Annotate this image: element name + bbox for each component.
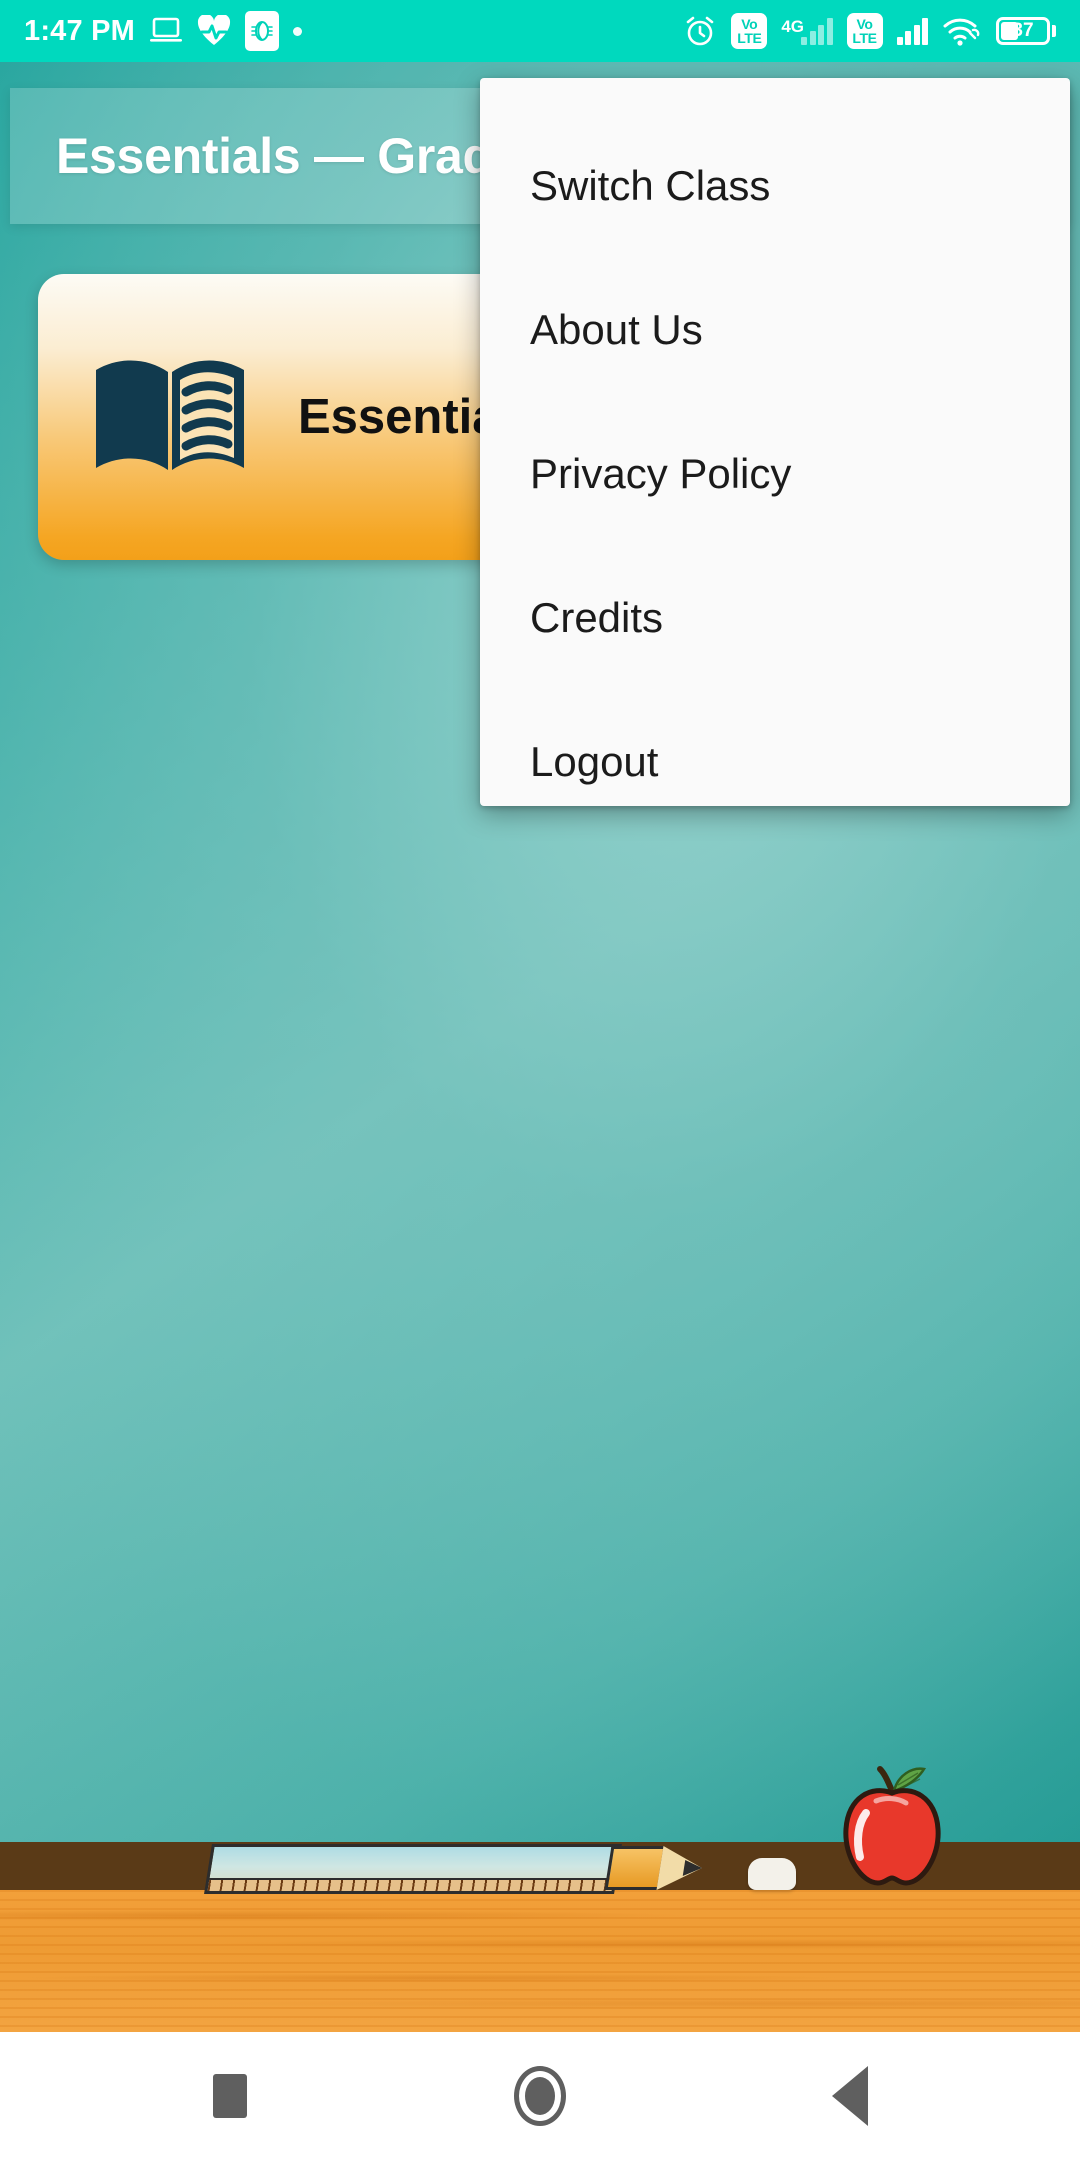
signal-bars-icon bbox=[896, 17, 928, 45]
wood-grain bbox=[0, 1890, 1080, 2032]
square-icon bbox=[213, 2074, 247, 2118]
ruler-icon bbox=[204, 1844, 622, 1894]
battery-percent: 37 bbox=[1012, 20, 1034, 41]
notification-dot-icon bbox=[293, 26, 302, 36]
eraser-icon bbox=[748, 1858, 796, 1890]
system-navigation-bar bbox=[0, 2032, 1080, 2160]
heart-pulse-icon bbox=[197, 15, 231, 47]
home-button[interactable] bbox=[495, 2051, 585, 2141]
triangle-back-icon bbox=[832, 2066, 868, 2126]
alarm-icon bbox=[683, 14, 717, 48]
wooden-desk bbox=[0, 1890, 1080, 2032]
menu-item-label: Credits bbox=[530, 594, 664, 641]
menu-item-label: Privacy Policy bbox=[530, 450, 792, 497]
status-clock: 1:47 PM bbox=[24, 14, 135, 47]
app-notification-icon bbox=[245, 11, 279, 51]
volte-icon: Vo LTE bbox=[846, 13, 883, 49]
menu-item-logout[interactable]: Logout bbox=[480, 690, 1070, 834]
status-bar-right: Vo LTE 4G Vo LTE 37 bbox=[683, 13, 1056, 49]
volte-icon: Vo LTE bbox=[731, 13, 768, 49]
battery-icon: 37 bbox=[996, 17, 1056, 45]
status-bar: 1:47 PM Vo LTE 4G Vo LTE 37 bbox=[0, 0, 1080, 62]
phone-screen: 1:47 PM Vo LTE 4G Vo LTE 37 Essentials —… bbox=[0, 0, 1080, 2160]
menu-item-label: Switch Class bbox=[530, 162, 771, 209]
menu-item-label: About Us bbox=[530, 306, 703, 353]
menu-item-label: Logout bbox=[530, 738, 659, 785]
overflow-menu: Switch Class About Us Privacy Policy Cre… bbox=[480, 78, 1070, 806]
laptop-icon bbox=[149, 16, 183, 46]
menu-item-credits[interactable]: Credits bbox=[480, 546, 1070, 690]
apple-icon bbox=[832, 1757, 952, 1892]
menu-item-switch-class[interactable]: Switch Class bbox=[480, 114, 1070, 258]
open-book-icon bbox=[90, 350, 250, 485]
menu-item-privacy-policy[interactable]: Privacy Policy bbox=[480, 402, 1070, 546]
pencil-icon bbox=[604, 1846, 710, 1890]
signal-icon: 4G bbox=[781, 17, 833, 45]
page-title: Essentials — Grade bbox=[56, 128, 521, 184]
circle-icon bbox=[514, 2066, 566, 2126]
recents-button[interactable] bbox=[185, 2051, 275, 2141]
wifi-link-icon bbox=[942, 15, 982, 47]
status-bar-left: 1:47 PM bbox=[24, 11, 302, 51]
signal-bars-icon bbox=[801, 17, 833, 45]
menu-item-about-us[interactable]: About Us bbox=[480, 258, 1070, 402]
back-button[interactable] bbox=[805, 2051, 895, 2141]
